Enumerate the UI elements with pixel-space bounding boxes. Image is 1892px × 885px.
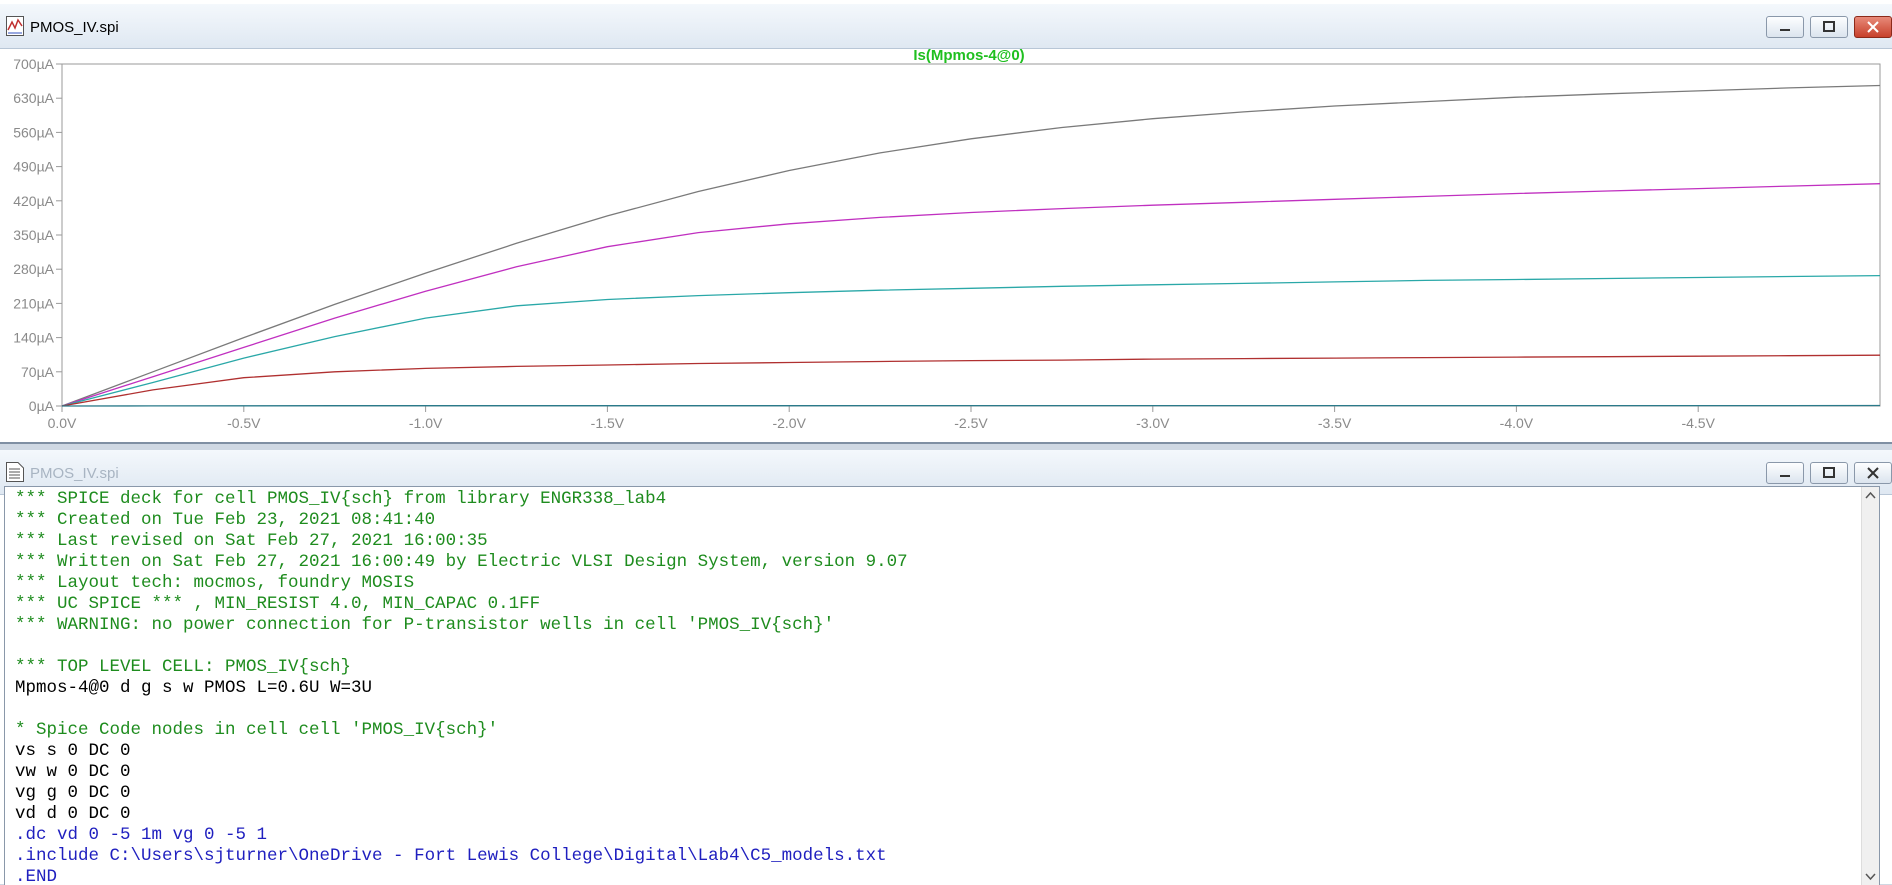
maximize-button[interactable] — [1810, 16, 1848, 38]
x-tick-label: 0.0V — [48, 415, 77, 431]
netlist-text[interactable]: *** SPICE deck for cell PMOS_IV{sch} fro… — [15, 489, 908, 885]
trace-line-4[interactable] — [61, 354, 1881, 407]
netlist-line[interactable]: *** TOP LEVEL CELL: PMOS_IV{sch} — [15, 657, 351, 677]
netlist-window-title: PMOS_IV.spi — [30, 465, 119, 482]
y-tick-label: 700µA — [13, 56, 54, 72]
y-axis: 0µA 70µA 140µA 210µA 280µA 350µA 420µA 490µA 560… — [13, 56, 62, 414]
scroll-up-icon[interactable] — [1862, 487, 1879, 504]
close-button[interactable] — [1854, 16, 1892, 38]
minimize-button[interactable] — [1766, 462, 1804, 484]
x-tick-label: -0.5V — [227, 415, 261, 431]
y-tick-label: 350µA — [13, 227, 54, 243]
y-tick-label: 630µA — [13, 90, 54, 106]
netlist-line[interactable]: *** Created on Tue Feb 23, 2021 08:41:40 — [15, 510, 435, 530]
maximize-button[interactable] — [1810, 462, 1848, 484]
waveform-window-title: PMOS_IV.spi — [30, 19, 119, 36]
netlist-line[interactable]: *** Written on Sat Feb 27, 2021 16:00:49… — [15, 552, 908, 572]
minimize-button[interactable] — [1766, 16, 1804, 38]
plot-border — [61, 63, 1881, 407]
netlist-line[interactable]: *** Last revised on Sat Feb 27, 2021 16:… — [15, 531, 488, 551]
netlist-line[interactable]: vg g 0 DC 0 — [15, 783, 131, 803]
y-tick-label: 490µA — [13, 159, 54, 175]
x-axis: 0.0V -0.5V -1.0V -1.5V -2.0V -2.5V -3.0V -3.5V -… — [48, 406, 1716, 431]
netlist-line[interactable]: *** UC SPICE *** , MIN_RESIST 4.0, MIN_C… — [15, 594, 540, 614]
trace-line-1[interactable] — [61, 84, 1881, 407]
x-tick-label: -1.5V — [591, 415, 625, 431]
close-button[interactable] — [1854, 462, 1892, 484]
y-tick-label: 210µA — [13, 295, 54, 311]
netlist-line[interactable]: .dc vd 0 -5 1m vg 0 -5 1 — [15, 825, 267, 845]
x-tick-label: -4.0V — [1500, 415, 1534, 431]
vertical-scrollbar[interactable] — [1861, 487, 1879, 885]
y-tick-label: 140µA — [13, 330, 54, 346]
x-tick-label: -3.0V — [1136, 415, 1170, 431]
netlist-line[interactable]: vs s 0 DC 0 — [15, 741, 131, 761]
netlist-line[interactable]: .include C:\Users\sjturner\OneDrive - Fo… — [15, 846, 887, 866]
netlist-editor[interactable]: *** SPICE deck for cell PMOS_IV{sch} fro… — [4, 486, 1880, 885]
netlist-line[interactable]: vd d 0 DC 0 — [15, 804, 131, 824]
trace-line-3[interactable] — [61, 274, 1881, 407]
maximize-icon — [1823, 467, 1835, 478]
waveform-icon — [6, 16, 24, 36]
y-tick-label: 560µA — [13, 124, 54, 140]
x-tick-label: -3.5V — [1318, 415, 1352, 431]
netlist-line[interactable]: vw w 0 DC 0 — [15, 762, 131, 782]
netlist-line[interactable]: *** SPICE deck for cell PMOS_IV{sch} fro… — [15, 489, 666, 509]
y-tick-label: 0µA — [29, 398, 55, 414]
netlist-window: PMOS_IV.spi *** SPICE deck for cell PMOS… — [0, 450, 1892, 885]
y-tick-label: 70µA — [21, 364, 55, 380]
trace-line-2[interactable] — [61, 183, 1881, 407]
x-tick-label: -2.5V — [954, 415, 988, 431]
netlist-line[interactable]: *** Layout tech: mocmos, foundry MOSIS — [15, 573, 414, 593]
document-icon — [6, 462, 24, 482]
x-tick-label: -2.0V — [772, 415, 806, 431]
netlist-line[interactable]: Mpmos-4@0 d g s w PMOS L=0.6U W=3U — [15, 678, 372, 698]
y-tick-label: 280µA — [13, 261, 54, 277]
x-tick-label: -1.0V — [409, 415, 443, 431]
waveform-titlebar[interactable]: PMOS_IV.spi — [0, 4, 1892, 49]
iv-plot[interactable]: 0µA 70µA 140µA 210µA 280µA 350µA 420µA 490µA 560… — [0, 44, 1892, 440]
netlist-line[interactable]: .END — [15, 867, 57, 885]
trace-line-5[interactable] — [61, 404, 1881, 407]
minimize-icon — [1780, 29, 1790, 31]
netlist-line[interactable]: *** WARNING: no power connection for P-t… — [15, 615, 834, 635]
scroll-down-icon[interactable] — [1862, 868, 1879, 885]
plot-frame — [61, 63, 1881, 407]
close-icon — [1867, 21, 1879, 33]
waveform-window: PMOS_IV.spi 0µA 70µA 140µA 210µA 280µA 350µA 4… — [0, 0, 1892, 444]
x-tick-label: -4.5V — [1681, 415, 1715, 431]
trace-label[interactable]: Is(Mpmos-4@0) — [913, 47, 1024, 64]
netlist-line[interactable]: * Spice Code nodes in cell cell 'PMOS_IV… — [15, 720, 498, 740]
maximize-icon — [1823, 21, 1835, 32]
trace-group — [61, 84, 1881, 407]
minimize-icon — [1780, 475, 1790, 477]
close-icon — [1867, 467, 1879, 479]
y-tick-label: 420µA — [13, 193, 54, 209]
